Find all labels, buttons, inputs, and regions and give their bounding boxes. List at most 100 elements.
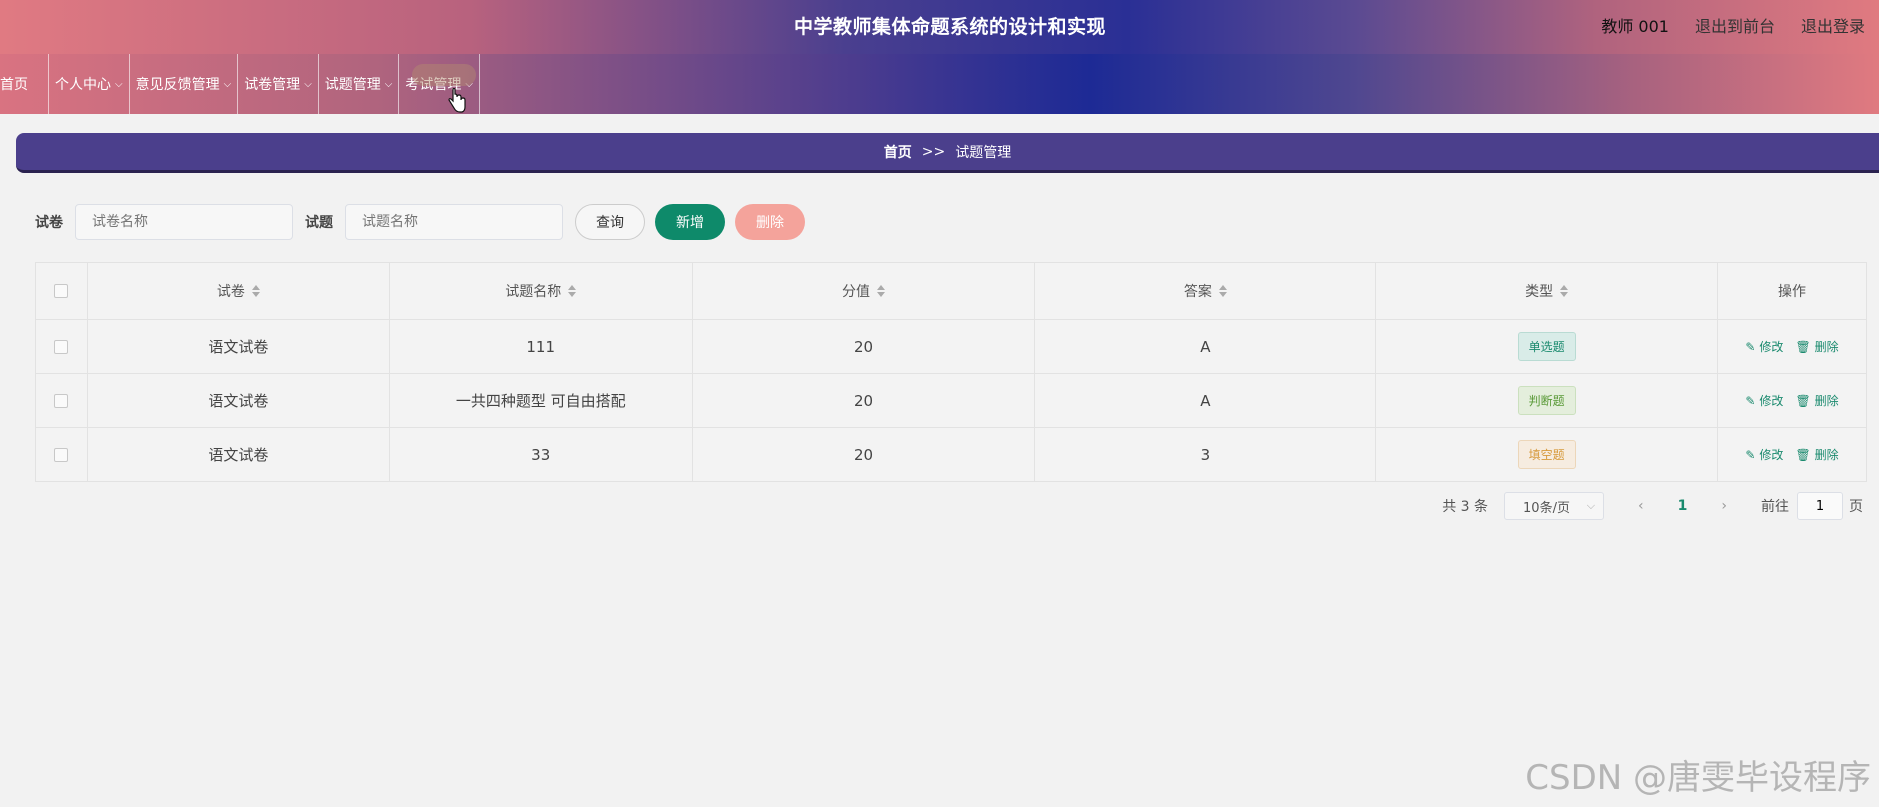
add-button[interactable]: 新增 bbox=[655, 204, 725, 240]
cell-actions: ✎ 修改 🗑 删除 bbox=[1717, 320, 1866, 373]
cell-actions: ✎ 修改 🗑 删除 bbox=[1717, 374, 1866, 427]
column-header-answer[interactable]: 答案 bbox=[1034, 263, 1375, 319]
column-header-question-name[interactable]: 试题名称 bbox=[388, 263, 692, 319]
query-button[interactable]: 查询 bbox=[575, 204, 645, 240]
cell-question-name: 一共四种题型 可自由搭配 bbox=[388, 374, 692, 427]
delete-label: 删除 bbox=[1814, 448, 1839, 462]
exit-to-frontend-link[interactable]: 退出到前台 bbox=[1695, 13, 1775, 37]
sort-icon[interactable] bbox=[251, 284, 260, 298]
cell-actions: ✎ 修改 🗑 删除 bbox=[1717, 428, 1866, 481]
delete-button[interactable]: 🗑 删除 bbox=[1795, 392, 1838, 409]
user-area: 教师 001 退出到前台 退出登录 bbox=[1601, 13, 1865, 37]
question-search-input[interactable] bbox=[345, 204, 563, 240]
type-tag: 判断题 bbox=[1517, 386, 1576, 415]
edit-button[interactable]: ✎ 修改 bbox=[1745, 392, 1783, 409]
breadcrumb: 首页 >> 试题管理 bbox=[16, 133, 1879, 173]
delete-button[interactable]: 🗑 删除 bbox=[1795, 446, 1838, 463]
row-checkbox-cell bbox=[36, 320, 87, 373]
main-nav: 首页 个人中心 ⌵ 意见反馈管理 ⌵ 试卷管理 ⌵ 试题管理 ⌵ 考试管理 ⌵ bbox=[0, 54, 1879, 114]
row-checkbox-cell bbox=[36, 428, 87, 481]
table-row: 语文试卷 33 20 3 填空题 ✎ 修改 🗑 删除 bbox=[36, 427, 1866, 481]
type-tag: 填空题 bbox=[1517, 440, 1576, 469]
row-checkbox[interactable] bbox=[54, 339, 69, 354]
hand-cursor-icon bbox=[448, 88, 466, 113]
username: 教师 001 bbox=[1601, 17, 1669, 36]
prev-page-icon[interactable]: ‹ bbox=[1638, 498, 1644, 514]
batch-delete-button[interactable]: 删除 bbox=[735, 204, 805, 240]
page-suffix: 页 bbox=[1849, 499, 1863, 515]
delete-label: 删除 bbox=[1814, 394, 1839, 408]
top-header: 中学教师集体命题系统的设计和实现 教师 001 退出到前台 退出登录 bbox=[0, 0, 1879, 54]
cell-paper: 语文试卷 bbox=[86, 320, 389, 373]
sort-icon[interactable] bbox=[877, 284, 886, 298]
nav-label: 意见反馈管理 bbox=[135, 77, 220, 93]
trash-icon: 🗑 bbox=[1795, 447, 1811, 462]
total-count: 共 3 条 bbox=[1442, 499, 1489, 515]
column-label: 答案 bbox=[1183, 284, 1212, 300]
cell-paper: 语文试卷 bbox=[86, 374, 389, 427]
row-checkbox[interactable] bbox=[54, 393, 69, 408]
cell-score: 20 bbox=[691, 374, 1035, 427]
pagination: 共 3 条 10条/页 ⌵ ‹ 1 › 前往 页 bbox=[1442, 492, 1863, 520]
column-header-score[interactable]: 分值 bbox=[691, 263, 1035, 319]
next-page-icon[interactable]: › bbox=[1721, 498, 1727, 514]
nav-item-papers[interactable]: 试卷管理 ⌵ bbox=[238, 54, 319, 114]
select-all-checkbox[interactable] bbox=[54, 284, 69, 298]
nav-hover-highlight bbox=[412, 64, 476, 86]
nav-item-feedback[interactable]: 意见反馈管理 ⌵ bbox=[130, 54, 239, 114]
cell-type: 单选题 bbox=[1375, 320, 1717, 373]
trash-icon: 🗑 bbox=[1795, 339, 1811, 354]
logout-link[interactable]: 退出登录 bbox=[1801, 13, 1865, 37]
cell-answer: 3 bbox=[1034, 428, 1375, 481]
sort-icon[interactable] bbox=[1560, 284, 1569, 298]
page-number[interactable]: 1 bbox=[1678, 498, 1688, 514]
page-size-select[interactable]: 10条/页 ⌵ bbox=[1504, 492, 1605, 520]
column-header-type[interactable]: 类型 bbox=[1375, 263, 1717, 319]
sort-icon[interactable] bbox=[568, 284, 577, 298]
delete-button[interactable]: 🗑 删除 bbox=[1795, 338, 1838, 355]
column-header-actions: 操作 bbox=[1717, 263, 1866, 319]
paper-search-input[interactable] bbox=[75, 204, 293, 240]
breadcrumb-home[interactable]: 首页 bbox=[884, 142, 912, 162]
chevron-down-icon: ⌵ bbox=[115, 78, 123, 90]
goto-label: 前往 bbox=[1761, 499, 1789, 515]
nav-item-questions[interactable]: 试题管理 ⌵ bbox=[319, 54, 400, 114]
edit-label: 修改 bbox=[1759, 340, 1784, 354]
chevron-down-icon: ⌵ bbox=[304, 78, 312, 90]
row-checkbox[interactable] bbox=[54, 447, 69, 462]
column-header-paper[interactable]: 试卷 bbox=[86, 263, 389, 319]
cell-question-name: 111 bbox=[388, 320, 692, 373]
chevron-down-icon: ⌵ bbox=[384, 78, 393, 90]
trash-icon: 🗑 bbox=[1795, 393, 1811, 408]
breadcrumb-current: 试题管理 bbox=[955, 144, 1012, 161]
column-label: 试卷 bbox=[216, 284, 245, 300]
nav-item-home[interactable]: 首页 bbox=[0, 54, 49, 114]
nav-label: 试题管理 bbox=[324, 77, 381, 93]
table-row: 语文试卷 111 20 A 单选题 ✎ 修改 🗑 删除 bbox=[36, 319, 1866, 373]
edit-button[interactable]: ✎ 修改 bbox=[1745, 446, 1783, 463]
question-search-label: 试题 bbox=[305, 215, 333, 231]
cell-type: 填空题 bbox=[1375, 428, 1717, 481]
edit-label: 修改 bbox=[1759, 448, 1784, 462]
nav-label: 试卷管理 bbox=[244, 77, 301, 93]
sort-icon[interactable] bbox=[1218, 284, 1227, 298]
nav-item-personal-center[interactable]: 个人中心 ⌵ bbox=[49, 54, 130, 114]
cell-answer: A bbox=[1034, 374, 1375, 427]
table-row: 语文试卷 一共四种题型 可自由搭配 20 A 判断题 ✎ 修改 🗑 删除 bbox=[36, 373, 1866, 427]
column-label: 操作 bbox=[1778, 284, 1807, 300]
edit-button[interactable]: ✎ 修改 bbox=[1745, 338, 1783, 355]
column-label: 分值 bbox=[842, 284, 871, 300]
nav-label: 个人中心 bbox=[55, 77, 111, 93]
edit-icon: ✎ bbox=[1745, 339, 1756, 354]
cell-score: 20 bbox=[691, 428, 1035, 481]
cell-answer: A bbox=[1034, 320, 1375, 373]
header-checkbox-cell bbox=[36, 263, 87, 319]
search-bar: 试卷 试题 查询 新增 删除 bbox=[35, 204, 815, 240]
edit-label: 修改 bbox=[1759, 394, 1784, 408]
table-header: 试卷 试题名称 分值 答案 类型 操作 bbox=[36, 263, 1866, 319]
goto-page-input[interactable] bbox=[1797, 492, 1843, 520]
cell-paper: 语文试卷 bbox=[86, 428, 389, 481]
delete-label: 删除 bbox=[1814, 340, 1839, 354]
breadcrumb-separator: >> bbox=[921, 143, 946, 160]
cell-score: 20 bbox=[691, 320, 1035, 373]
